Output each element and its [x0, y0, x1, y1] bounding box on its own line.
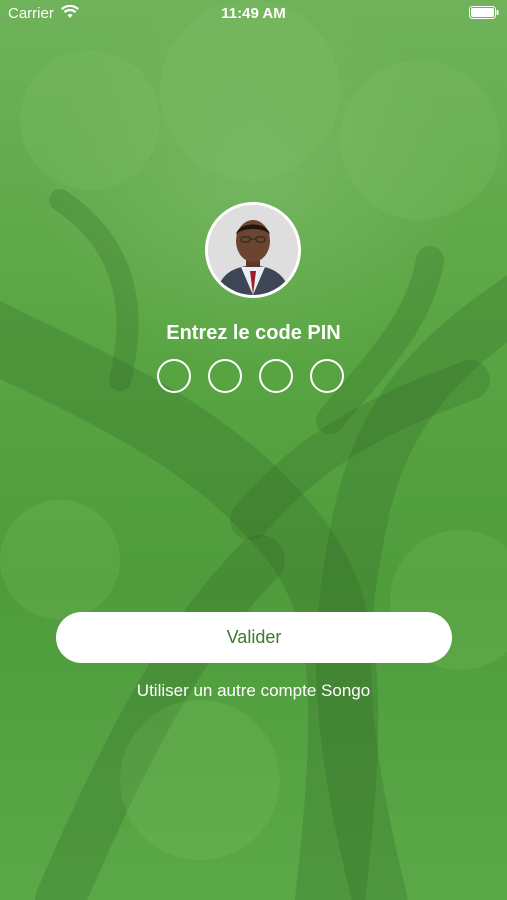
battery-icon — [469, 6, 499, 19]
pin-digit-3 — [259, 359, 293, 393]
pin-digit-4 — [310, 359, 344, 393]
pin-digit-1 — [157, 359, 191, 393]
pin-input[interactable] — [157, 359, 357, 399]
pin-digit-2 — [208, 359, 242, 393]
switch-account-link[interactable]: Utiliser un autre compte Songo — [0, 681, 507, 701]
background-tree-image — [0, 0, 507, 900]
status-time: 11:49 AM — [221, 5, 286, 22]
pin-prompt-title: Entrez le code PIN — [166, 322, 341, 344]
validate-button[interactable]: Valider — [56, 612, 452, 663]
user-photo-icon — [208, 205, 298, 295]
status-bar: Carrier 11:49 AM — [0, 0, 507, 28]
user-avatar — [205, 202, 301, 298]
